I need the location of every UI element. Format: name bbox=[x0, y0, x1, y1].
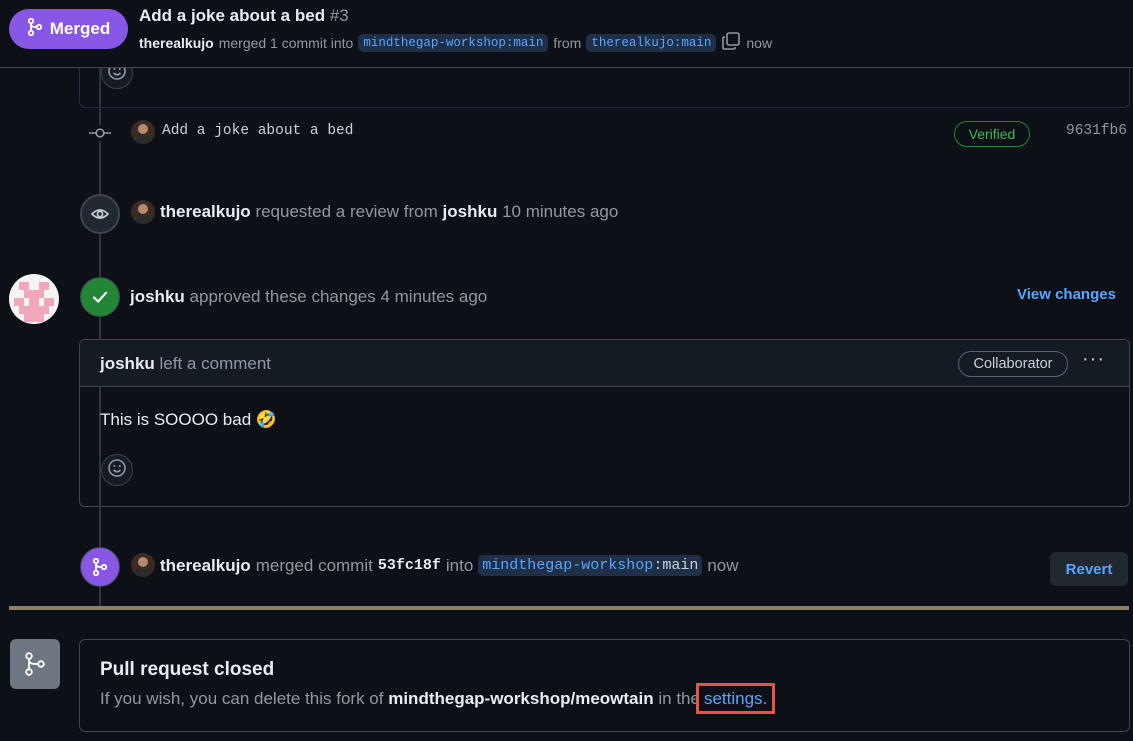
revert-button[interactable]: Revert bbox=[1050, 552, 1128, 586]
event-time[interactable]: 4 minutes ago bbox=[380, 287, 487, 306]
merged-label: Merged bbox=[49, 19, 111, 38]
comment-action: left a comment bbox=[159, 354, 272, 373]
author-link[interactable]: therealkujo bbox=[160, 556, 251, 576]
add-reaction-button[interactable] bbox=[101, 454, 133, 486]
target-branch[interactable]: mindthegap-workshop:main bbox=[478, 555, 703, 576]
branch-name: main bbox=[662, 557, 699, 574]
event-text: merged commit bbox=[255, 555, 373, 575]
comment-header-text: joshku left a comment bbox=[100, 354, 271, 374]
git-merge-icon bbox=[80, 547, 120, 587]
pr-merge-summary: therealkujo merged 1 commit into mindthe… bbox=[139, 31, 772, 54]
commit-sha-link[interactable]: 9631fb6 bbox=[1066, 123, 1127, 139]
closed-text-after: in the bbox=[658, 689, 700, 708]
merged-text: merged 1 commit into bbox=[218, 34, 354, 51]
merge-commit-sha[interactable]: 53fc18f bbox=[378, 557, 441, 574]
author-link[interactable]: therealkujo bbox=[160, 202, 251, 221]
pr-sticky-header: Merged Add a joke about a bed #3 thereal… bbox=[0, 0, 1133, 68]
commit-icon bbox=[88, 125, 112, 141]
event-text: approved these changes bbox=[189, 287, 376, 306]
event-text: requested a review from bbox=[255, 202, 438, 221]
branch-separator: : bbox=[653, 557, 663, 574]
merge-time: now bbox=[746, 34, 773, 51]
event-time[interactable]: 10 minutes ago bbox=[502, 202, 618, 221]
pr-number: #3 bbox=[329, 6, 349, 25]
author-link[interactable]: joshku bbox=[130, 287, 185, 306]
timeline-line bbox=[99, 67, 101, 607]
review-request-event: therealkujo requested a review from josh… bbox=[160, 202, 618, 222]
from-text: from bbox=[553, 34, 582, 51]
pr-closed-title: Pull request closed bbox=[100, 659, 275, 680]
comment-body: This is SOOOO bad 🤣 bbox=[100, 410, 278, 429]
reviewer-link[interactable]: joshku bbox=[443, 202, 498, 221]
collaborator-badge: Collaborator bbox=[958, 351, 1068, 377]
pr-closed-message: If you wish, you can delete this fork of… bbox=[100, 683, 776, 714]
avatar-large[interactable] bbox=[9, 274, 59, 324]
pr-title-text: Add a joke about a bed bbox=[139, 6, 326, 25]
commit-message-link[interactable]: Add a joke about a bed bbox=[162, 123, 353, 139]
git-branch-icon bbox=[10, 639, 60, 689]
repo-name: mindthegap-workshop/meowtain bbox=[388, 689, 654, 708]
merge-event: therealkujo merged commit 53fc18f into m… bbox=[160, 555, 739, 576]
avatar[interactable] bbox=[131, 200, 155, 224]
copy-icon[interactable] bbox=[721, 31, 741, 54]
head-branch[interactable]: therealkujo:main bbox=[586, 33, 717, 52]
timeline-end-divider bbox=[9, 606, 1129, 610]
settings-link[interactable]: settings. bbox=[695, 683, 776, 714]
eye-icon bbox=[80, 194, 120, 234]
branch-owner: mindthegap-workshop bbox=[482, 557, 654, 574]
avatar[interactable] bbox=[131, 120, 155, 144]
author-link[interactable]: therealkujo bbox=[139, 35, 214, 51]
into-text: into bbox=[445, 555, 474, 575]
smiley-icon bbox=[107, 458, 127, 483]
verified-badge[interactable]: Verified bbox=[954, 121, 1030, 147]
review-comment-header: joshku left a comment Collaborator ··· bbox=[80, 340, 1129, 387]
kebab-icon[interactable]: ··· bbox=[1082, 348, 1105, 371]
pr-closed-box: Pull request closed If you wish, you can… bbox=[79, 639, 1130, 732]
author-link[interactable]: joshku bbox=[100, 354, 155, 373]
merged-status-badge: Merged bbox=[9, 9, 128, 49]
pr-title: Add a joke about a bed #3 bbox=[139, 6, 349, 26]
check-icon bbox=[80, 277, 120, 317]
review-comment-box: joshku left a comment Collaborator ··· T… bbox=[79, 339, 1130, 507]
base-branch[interactable]: mindthegap-workshop:main bbox=[358, 33, 549, 52]
closed-text-before: If you wish, you can delete this fork of bbox=[100, 689, 384, 708]
git-merge-icon bbox=[27, 17, 43, 41]
event-time[interactable]: now bbox=[707, 556, 738, 576]
view-changes-link[interactable]: View changes bbox=[1017, 286, 1116, 303]
approval-event: joshku approved these changes 4 minutes … bbox=[130, 287, 487, 307]
avatar[interactable] bbox=[131, 553, 155, 577]
